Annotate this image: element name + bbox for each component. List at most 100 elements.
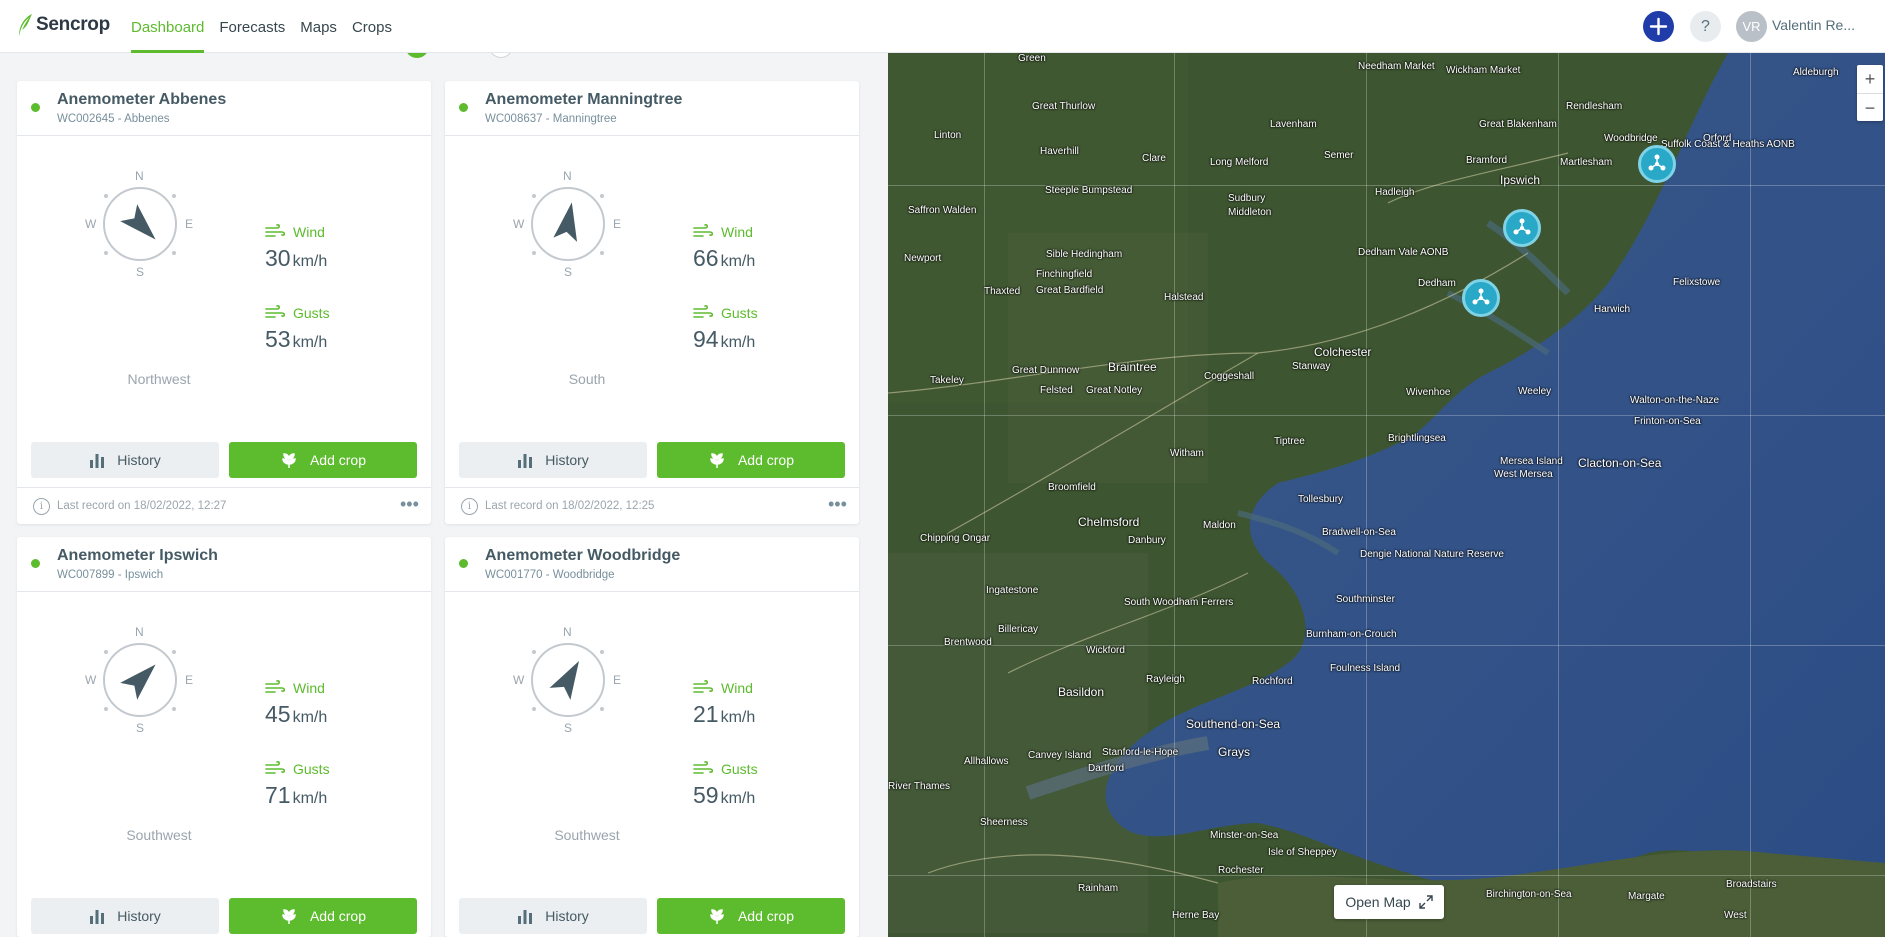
wind-compass: N E S W [513, 625, 621, 755]
wind-unit: km/h [720, 253, 756, 270]
map-place-label: Haverhill [1040, 146, 1079, 157]
map-place-label: Burnham-on-Crouch [1306, 629, 1397, 640]
zoom-in-button[interactable]: + [1857, 65, 1883, 93]
wind-icon [265, 224, 285, 237]
map-place-label: River Thames [888, 781, 951, 792]
status-dot [459, 103, 468, 112]
more-options-icon[interactable]: ••• [400, 494, 419, 515]
history-label: History [545, 908, 589, 924]
station-title: Anemometer Manningtree [485, 91, 683, 108]
map-place-label: Billericay [998, 624, 1039, 635]
station-title: Anemometer Abbenes [57, 91, 227, 108]
history-button[interactable]: History [31, 442, 219, 478]
map-grid-line [888, 645, 1885, 646]
map-place-label: Braintree [1108, 360, 1157, 374]
map-place-label: Green [1018, 53, 1046, 64]
card-header[interactable]: Anemometer Manningtree WC008637 - Mannin… [445, 81, 859, 136]
info-icon[interactable]: i [33, 498, 50, 515]
wind-direction-label: Northwest [127, 371, 191, 387]
user-name[interactable]: Valentin Re... [1772, 17, 1877, 33]
wind-icon [693, 305, 713, 318]
wind-value: 21 km/h [693, 701, 755, 728]
wind-direction-arrow-icon [120, 204, 156, 240]
station-marker[interactable] [1503, 209, 1541, 247]
plant-icon [282, 909, 296, 924]
card-actions: History Add crop [31, 442, 417, 478]
open-map-button[interactable]: Open Map [1334, 885, 1444, 919]
map-place-label: Dartford [1088, 763, 1125, 774]
map-place-label: Margate [1628, 891, 1665, 902]
add-crop-button[interactable]: Add crop [229, 442, 417, 478]
map-place-label: Minster-on-Sea [1210, 830, 1279, 841]
history-button[interactable]: History [31, 898, 219, 934]
card-header[interactable]: Anemometer Abbenes WC002645 - Abbenes [17, 81, 431, 136]
plant-icon [282, 453, 296, 468]
map-place-label: Dedham Vale AONB [1358, 247, 1449, 258]
map-place-label: Allhallows [964, 756, 1009, 767]
wind-unit: km/h [292, 709, 328, 726]
compass-north: N [135, 169, 144, 183]
gusts-metric: Gusts 59 km/h [693, 760, 758, 809]
gusts-label-text: Gusts [293, 305, 330, 321]
card-footer: i Last record on 18/02/2022, 12:25 ••• [445, 487, 859, 524]
map-place-label: Bradwell-on-Sea [1322, 527, 1396, 538]
wind-compass: N E S W [85, 169, 193, 299]
station-marker[interactable] [1638, 145, 1676, 183]
help-button[interactable]: ? [1690, 11, 1721, 42]
history-button[interactable]: History [459, 442, 647, 478]
wind-label: Wind [265, 223, 327, 241]
map-place-label: Mersea Island [1500, 456, 1563, 467]
avatar[interactable]: VR [1736, 11, 1767, 42]
nav-dashboard[interactable]: Dashboard [131, 0, 205, 53]
compass-tick [600, 194, 604, 198]
gusts-unit: km/h [292, 334, 328, 351]
zoom-out-button[interactable]: − [1857, 93, 1883, 121]
wind-label: Wind [693, 679, 755, 697]
map-place-label: Rainham [1078, 883, 1119, 894]
add-crop-button[interactable]: Add crop [657, 442, 845, 478]
sencrop-logo[interactable]: Sencrop [16, 10, 110, 40]
map-place-label: Hadleigh [1375, 187, 1415, 198]
map-place-label: Wickham Market [1446, 65, 1521, 76]
map-place-label: Martlesham [1560, 157, 1613, 168]
nav-forecasts[interactable]: Forecasts [219, 0, 285, 53]
map-place-label: Thaxted [984, 286, 1021, 297]
map-place-label: Stanford-le-Hope [1102, 747, 1179, 758]
map-place-label: Rendlesham [1566, 101, 1623, 112]
more-options-icon[interactable]: ••• [828, 494, 847, 515]
map-place-label: Dedham [1418, 278, 1456, 289]
last-record-text: Last record on 18/02/2022, 12:25 [485, 500, 655, 512]
station-marker[interactable] [1462, 279, 1500, 317]
plant-icon [710, 909, 724, 924]
wind-compass: N E S W [513, 169, 621, 299]
nav-crops[interactable]: Crops [352, 0, 392, 53]
add-crop-label: Add crop [309, 452, 367, 468]
gusts-value: 71 km/h [265, 782, 330, 809]
station-title: Anemometer Ipswich [57, 547, 218, 564]
map-place-label: Great Dunmow [1012, 365, 1080, 376]
info-icon[interactable]: i [461, 498, 478, 515]
compass-tick [172, 194, 176, 198]
wind-direction-label: Southwest [126, 827, 192, 843]
station-subtitle: WC008637 - Manningtree [485, 113, 617, 125]
wind-speed: 30 [265, 245, 291, 271]
add-crop-button[interactable]: Add crop [657, 898, 845, 934]
map-place-label: Long Melford [1210, 157, 1269, 168]
card-header[interactable]: Anemometer Ipswich WC007899 - Ipswich [17, 537, 431, 592]
map-place-label: Herne Bay [1172, 910, 1220, 921]
stations-map[interactable]: Needham Market Wickham Market Aldeburgh Ren… [888, 53, 1885, 937]
gusts-label-text: Gusts [293, 761, 330, 777]
history-button[interactable]: History [459, 898, 647, 934]
history-label: History [117, 908, 161, 924]
compass-tick [104, 251, 108, 255]
compass-south: S [136, 721, 145, 735]
add-button[interactable] [1643, 11, 1674, 42]
status-dot [31, 103, 40, 112]
compass-tick [172, 251, 176, 255]
card-actions: History Add crop [459, 898, 845, 934]
compass-tick [104, 650, 108, 654]
map-place-label: Weeley [1518, 386, 1552, 397]
card-header[interactable]: Anemometer Woodbridge WC001770 - Woodbri… [445, 537, 859, 592]
nav-maps[interactable]: Maps [300, 0, 337, 53]
add-crop-button[interactable]: Add crop [229, 898, 417, 934]
